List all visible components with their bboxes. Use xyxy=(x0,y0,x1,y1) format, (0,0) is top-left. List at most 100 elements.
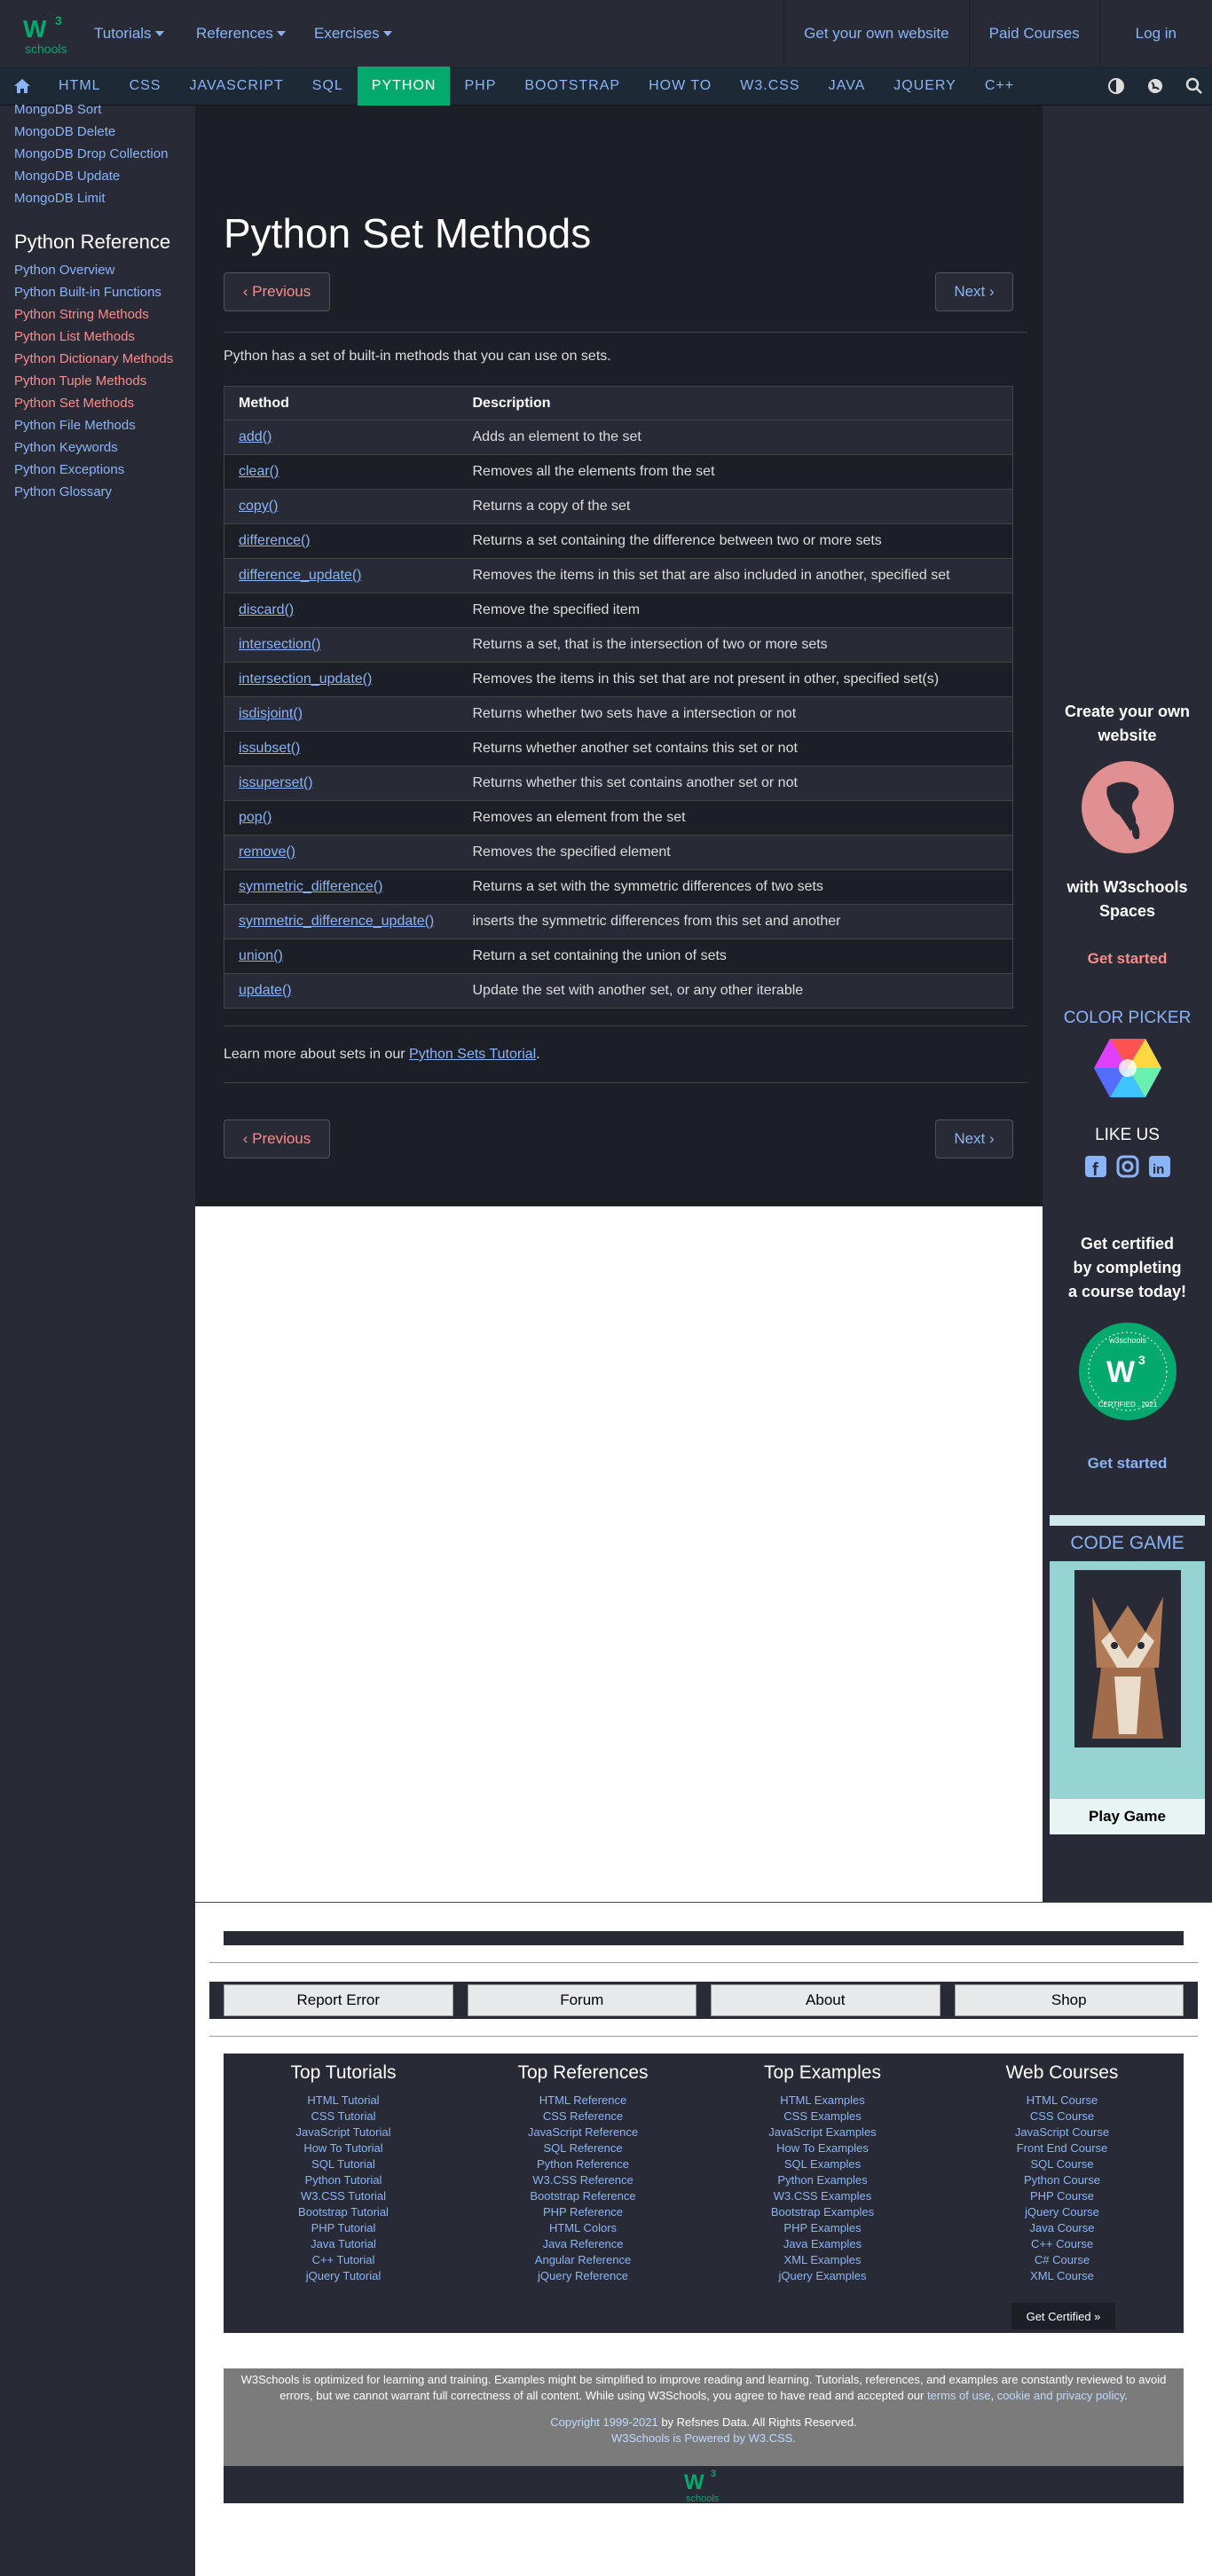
footer-link[interactable]: PHP Reference xyxy=(463,2204,703,2220)
nav-bootstrap[interactable]: BOOTSTRAP xyxy=(510,67,634,106)
nav-cpp[interactable]: C++ xyxy=(971,67,1028,106)
method-link[interactable]: discard() xyxy=(239,602,294,617)
sidebar-item-python-set-methods[interactable]: Python Set Methods xyxy=(0,392,195,414)
footer-link[interactable]: Bootstrap Examples xyxy=(703,2204,942,2220)
footer-link[interactable]: W3.CSS Examples xyxy=(703,2188,942,2204)
next-button-top[interactable]: Next › xyxy=(935,272,1013,311)
method-link[interactable]: difference() xyxy=(239,533,311,548)
footer-link[interactable]: C# Course xyxy=(942,2252,1182,2268)
previous-button-top[interactable]: ‹ Previous xyxy=(224,272,330,311)
method-link[interactable]: symmetric_difference() xyxy=(239,879,382,894)
paid-courses-link[interactable]: Paid Courses xyxy=(968,0,1099,67)
nav-sql[interactable]: SQL xyxy=(298,67,358,106)
footer-link[interactable]: Java Examples xyxy=(703,2236,942,2252)
method-link[interactable]: intersection() xyxy=(239,637,320,652)
footer-link[interactable]: SQL Reference xyxy=(463,2140,703,2156)
footer-link[interactable]: SQL Tutorial xyxy=(224,2156,463,2172)
get-started-cert-link[interactable]: Get started xyxy=(1043,1455,1212,1473)
sidebar-item-python-dictionary-methods[interactable]: Python Dictionary Methods xyxy=(0,348,195,370)
method-link[interactable]: pop() xyxy=(239,810,272,825)
footer-link[interactable]: W3.CSS Tutorial xyxy=(224,2188,463,2204)
contrast-icon[interactable] xyxy=(1107,77,1125,95)
sidebar-item-python-built-in-functions[interactable]: Python Built-in Functions xyxy=(0,281,195,303)
linkedin-icon[interactable]: in xyxy=(1147,1154,1172,1179)
nav-w3css[interactable]: W3.CSS xyxy=(726,67,814,106)
footer-link[interactable]: CSS Course xyxy=(942,2109,1182,2124)
python-sets-tutorial-link[interactable]: Python Sets Tutorial xyxy=(409,1047,536,1062)
copyright-link[interactable]: Copyright 1999-2021 xyxy=(550,2415,657,2429)
sidebar-item-mongodb-limit[interactable]: MongoDB Limit xyxy=(0,187,195,209)
footer-link[interactable]: HTML Tutorial xyxy=(224,2093,463,2109)
footer-link[interactable]: Java Tutorial xyxy=(224,2236,463,2252)
footer-link[interactable]: XML Examples xyxy=(703,2252,942,2268)
method-link[interactable]: intersection_update() xyxy=(239,671,372,687)
footer-link[interactable]: Python Reference xyxy=(463,2156,703,2172)
method-link[interactable]: remove() xyxy=(239,844,295,860)
nav-howto[interactable]: HOW TO xyxy=(634,67,726,106)
sidebar-item-python-glossary[interactable]: Python Glossary xyxy=(0,481,195,503)
instagram-icon[interactable] xyxy=(1115,1154,1140,1179)
login-link[interactable]: Log in xyxy=(1098,0,1212,67)
method-link[interactable]: issubset() xyxy=(239,741,300,756)
footer-link[interactable]: HTML Course xyxy=(942,2093,1182,2109)
footer-link[interactable]: Python Tutorial xyxy=(224,2172,463,2188)
footer-link[interactable]: CSS Reference xyxy=(463,2109,703,2124)
method-link[interactable]: symmetric_difference_update() xyxy=(239,914,434,929)
sidebar-item-python-exceptions[interactable]: Python Exceptions xyxy=(0,459,195,481)
footer-link[interactable]: Front End Course xyxy=(942,2140,1182,2156)
play-game-button[interactable]: Play Game xyxy=(1050,1799,1205,1834)
exercises-menu[interactable]: Exercises xyxy=(314,0,392,67)
nav-php[interactable]: PHP xyxy=(450,67,510,106)
footer-link[interactable]: C++ Tutorial xyxy=(224,2252,463,2268)
footer-link[interactable]: Python Examples xyxy=(703,2172,942,2188)
footer-link[interactable]: HTML Examples xyxy=(703,2093,942,2109)
sidebar-item-python-string-methods[interactable]: Python String Methods xyxy=(0,303,195,326)
globe-icon[interactable] xyxy=(1146,77,1164,95)
footer-link[interactable]: JavaScript Course xyxy=(942,2124,1182,2140)
footer-link[interactable]: jQuery Examples xyxy=(703,2268,942,2284)
sidebar-item-mongodb-drop[interactable]: MongoDB Drop Collection xyxy=(0,143,195,165)
forum-button[interactable]: Forum xyxy=(467,1984,697,2016)
footer-link[interactable]: SQL Examples xyxy=(703,2156,942,2172)
sidebar-item-python-overview[interactable]: Python Overview xyxy=(0,259,195,281)
method-link[interactable]: difference_update() xyxy=(239,568,361,583)
footer-link[interactable]: Bootstrap Tutorial xyxy=(224,2204,463,2220)
footer-link[interactable]: Bootstrap Reference xyxy=(463,2188,703,2204)
footer-link[interactable]: JavaScript Examples xyxy=(703,2124,942,2140)
footer-link[interactable]: Java Reference xyxy=(463,2236,703,2252)
footer-link[interactable]: Java Course xyxy=(942,2220,1182,2236)
footer-logo-icon[interactable]: W 3 schools xyxy=(677,2466,730,2503)
footer-link[interactable]: HTML Reference xyxy=(463,2093,703,2109)
footer-link[interactable]: jQuery Tutorial xyxy=(224,2268,463,2284)
sidebar-item-python-keywords[interactable]: Python Keywords xyxy=(0,436,195,459)
footer-link[interactable]: jQuery Reference xyxy=(463,2268,703,2284)
about-button[interactable]: About xyxy=(711,1984,940,2016)
footer-link[interactable]: HTML Colors xyxy=(463,2220,703,2236)
sidebar-item-python-tuple-methods[interactable]: Python Tuple Methods xyxy=(0,370,195,392)
get-own-website-link[interactable]: Get your own website xyxy=(783,0,968,67)
footer-link[interactable]: JavaScript Tutorial xyxy=(224,2124,463,2140)
terms-link[interactable]: terms of use xyxy=(927,2389,991,2402)
next-button-bottom[interactable]: Next › xyxy=(935,1119,1013,1158)
previous-button-bottom[interactable]: ‹ Previous xyxy=(224,1119,330,1158)
method-link[interactable]: clear() xyxy=(239,464,279,479)
powered-by-link[interactable]: W3Schools is Powered by W3.CSS. xyxy=(231,2431,1177,2446)
footer-link[interactable]: PHP Course xyxy=(942,2188,1182,2204)
sidebar-item-mongodb-update[interactable]: MongoDB Update xyxy=(0,165,195,187)
footer-link[interactable]: XML Course xyxy=(942,2268,1182,2284)
get-certified-button[interactable]: Get Certified » xyxy=(1011,2303,1115,2329)
footer-link[interactable]: C++ Course xyxy=(942,2236,1182,2252)
facebook-icon[interactable]: f xyxy=(1083,1154,1108,1179)
method-link[interactable]: copy() xyxy=(239,499,278,514)
method-link[interactable]: isdisjoint() xyxy=(239,706,303,721)
method-link[interactable]: union() xyxy=(239,948,283,963)
sidebar-item-python-file-methods[interactable]: Python File Methods xyxy=(0,414,195,436)
footer-link[interactable]: SQL Course xyxy=(942,2156,1182,2172)
get-started-spaces-link[interactable]: Get started xyxy=(1043,950,1212,968)
tutorials-menu[interactable]: Tutorials xyxy=(94,0,164,67)
nav-python[interactable]: PYTHON xyxy=(357,66,451,106)
sidebar-item-mongodb-sort[interactable]: MongoDB Sort xyxy=(0,98,195,121)
footer-link[interactable]: jQuery Course xyxy=(942,2204,1182,2220)
shop-button[interactable]: Shop xyxy=(954,1984,1184,2016)
footer-link[interactable]: CSS Tutorial xyxy=(224,2109,463,2124)
